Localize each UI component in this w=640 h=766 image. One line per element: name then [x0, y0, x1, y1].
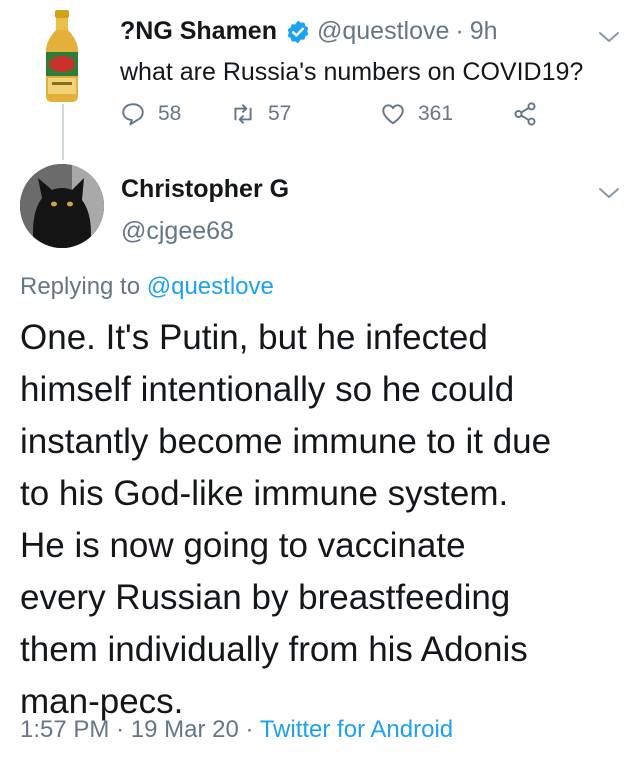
parent-tweet-actions: 58 57 361 — [120, 101, 560, 135]
retweet-button[interactable]: 57 — [230, 101, 291, 127]
replying-prefix: Replying to — [20, 273, 141, 300]
parent-display-name[interactable]: ?NG Shamen — [120, 17, 277, 46]
tweet-text-line: every Russian by breastfeeding — [20, 578, 511, 617]
reply-icon — [122, 103, 144, 126]
chevron-down-icon[interactable] — [598, 30, 620, 44]
meta-separator: · — [116, 716, 125, 743]
reply-count: 58 — [158, 102, 182, 125]
replying-to-line: Replying to @questlove — [20, 273, 274, 301]
tweet-text-line: instantly become immune to it due — [20, 422, 552, 461]
avatar[interactable] — [20, 164, 104, 248]
thread-connector-line — [62, 104, 64, 160]
heart-icon — [382, 104, 404, 125]
retweet-icon — [234, 104, 252, 124]
reply-handle[interactable]: @cjgee68 — [121, 217, 234, 246]
parent-handle[interactable]: @questlove — [317, 17, 449, 46]
tweet-text-line: them individually from his Adonis — [20, 630, 528, 669]
like-count: 361 — [418, 102, 454, 125]
ginger-ale-bottle-icon[interactable] — [34, 8, 90, 104]
share-button[interactable] — [512, 101, 550, 127]
retweet-count: 57 — [268, 102, 292, 125]
like-button[interactable]: 361 — [380, 101, 453, 127]
reply-display-name[interactable]: Christopher G — [121, 175, 289, 204]
reply-tweet-text: One. It's Putin, but he infected himself… — [20, 312, 630, 728]
parent-separator: · — [455, 17, 464, 45]
meta-separator: · — [245, 716, 254, 743]
tweet-text-line: He is now going to vaccinate — [20, 526, 466, 565]
reply-button[interactable]: 58 — [120, 101, 181, 127]
verified-badge-icon — [287, 20, 309, 43]
replying-to-mention[interactable]: @questlove — [147, 273, 274, 300]
black-cat-avatar — [20, 164, 104, 248]
tweet-metadata: 1:57 PM · 19 Mar 20 · Twitter for Androi… — [20, 716, 453, 744]
share-icon — [514, 102, 536, 126]
parent-tweet-text: what are Russia's numbers on COVID19? — [120, 58, 584, 86]
tweet-source-link[interactable]: Twitter for Android — [260, 716, 453, 743]
tweet-date: 19 Mar 20 — [130, 716, 239, 743]
parent-tweet-header: ?NG Shamen @questlove · 9h — [120, 17, 498, 46]
tweet-text-line: One. It's Putin, but he infected — [20, 318, 488, 357]
tweet-text-line: to his God-like immune system. — [20, 474, 509, 513]
parent-timestamp[interactable]: 9h — [470, 17, 498, 46]
tweet-text-line: himself intentionally so he could — [20, 370, 515, 409]
chevron-down-icon[interactable] — [598, 186, 620, 200]
tweet-time: 1:57 PM — [20, 716, 110, 743]
